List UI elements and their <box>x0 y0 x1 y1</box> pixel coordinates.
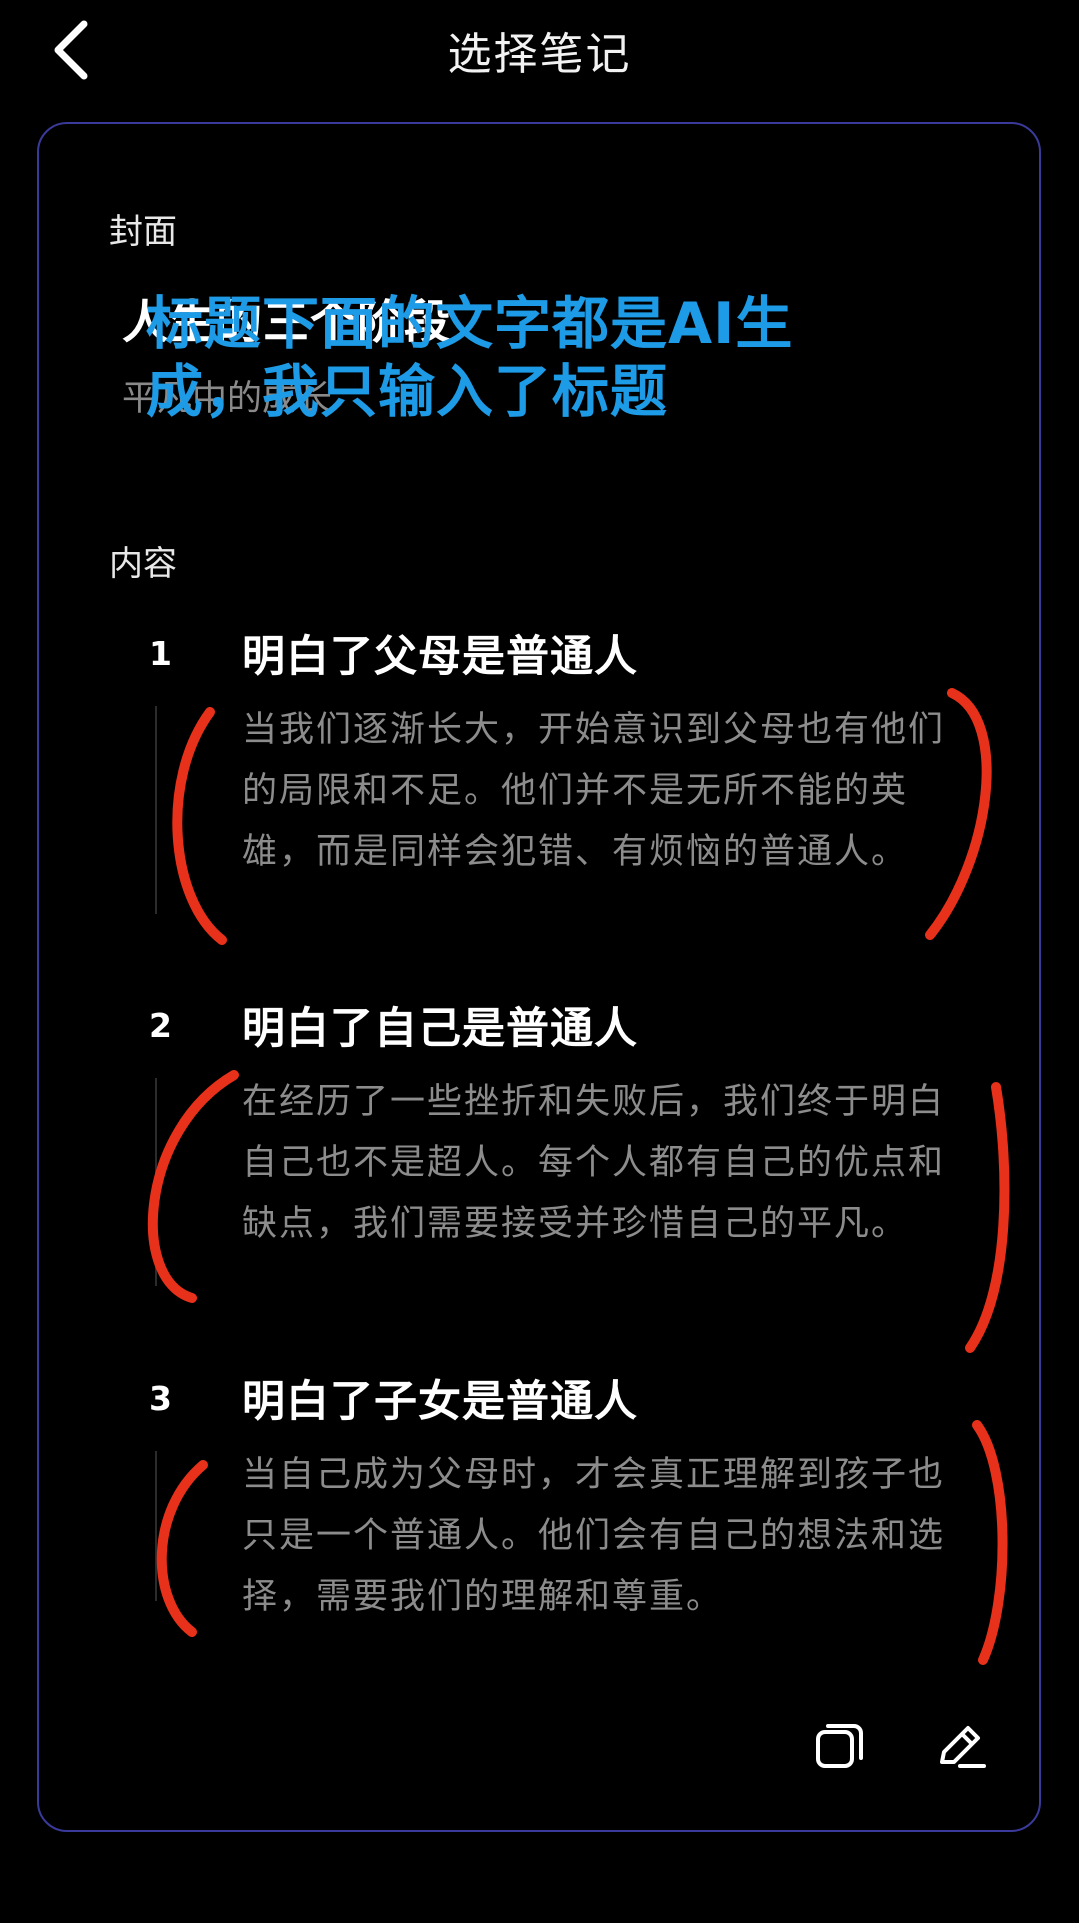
item-title: 明白了父母是普通人 <box>242 632 638 682</box>
top-bar: 选择笔记 <box>0 0 1079 100</box>
item-divider <box>155 1451 157 1601</box>
page-title: 选择笔记 <box>447 29 632 80</box>
item-divider <box>155 1078 157 1286</box>
edit-button[interactable] <box>932 1718 988 1774</box>
copy-button[interactable] <box>812 1718 868 1774</box>
item-title: 明白了子女是普通人 <box>242 1377 638 1427</box>
item-number: 3 <box>149 1379 172 1418</box>
item-title: 明白了自己是普通人 <box>242 1004 638 1054</box>
cover-section-label: 封面 <box>109 212 177 252</box>
item-body: 在经历了一些挫折和失败后，我们终于明白自己也不是超人。每个人都有自己的优点和缺点… <box>242 1082 946 1244</box>
item-body: 当自己成为父母时，才会真正理解到孩子也只是一个普通人。他们会有自己的想法和选择，… <box>242 1455 946 1617</box>
item-number: 1 <box>149 634 172 673</box>
item-body: 当我们逐渐长大，开始意识到父母也有他们的局限和不足。他们并不是无所不能的英雄，而… <box>242 710 946 872</box>
item-divider <box>155 706 157 914</box>
content-section-label: 内容 <box>109 544 177 584</box>
copy-icon <box>816 1724 863 1768</box>
item-number: 2 <box>149 1006 172 1045</box>
edit-pencil-icon <box>940 1726 986 1768</box>
annotation-overlay-text: 标题下面的文字都是AI生成，我只输入了标题 <box>146 291 794 425</box>
